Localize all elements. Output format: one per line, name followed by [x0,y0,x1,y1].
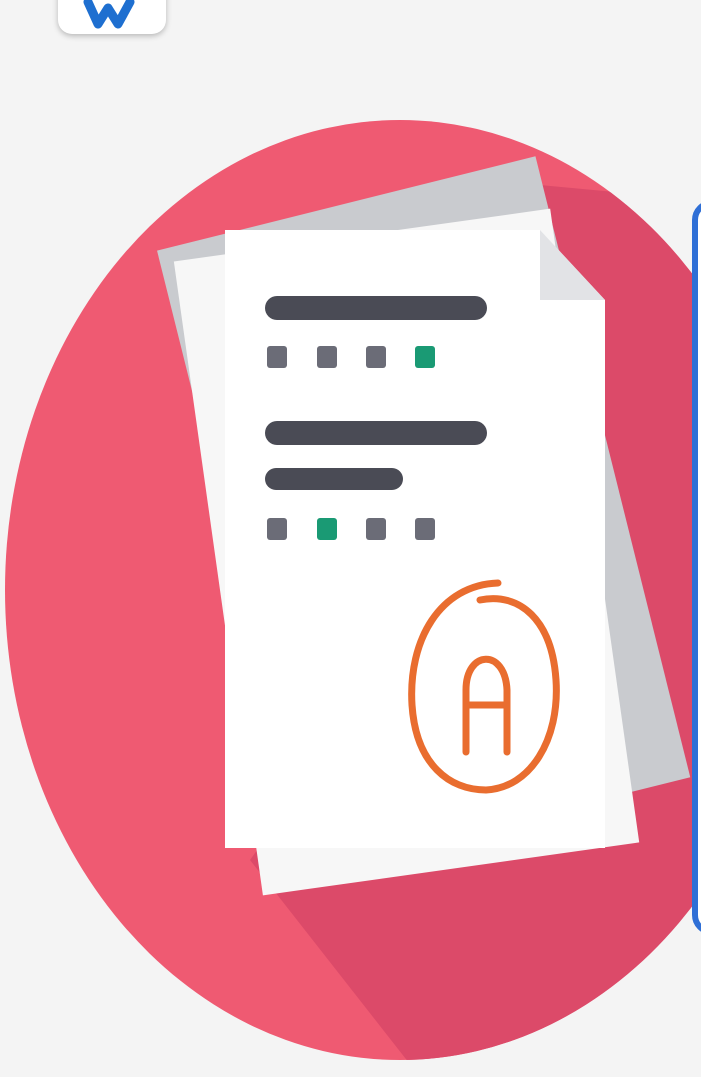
illustration-canvas: A [0,0,701,1077]
square-6 [317,518,337,540]
grade-letter: A [0,0,1,1]
square-8 [415,518,435,540]
square-4 [415,346,435,368]
square-7 [366,518,386,540]
text-line-2 [265,421,487,445]
square-5 [267,518,287,540]
text-line-3 [265,468,403,490]
square-3 [366,346,386,368]
square-1 [267,346,287,368]
document-grade-illustration: A [0,0,701,1060]
side-panel-edge [692,200,701,935]
text-line-1 [265,296,487,320]
square-2 [317,346,337,368]
